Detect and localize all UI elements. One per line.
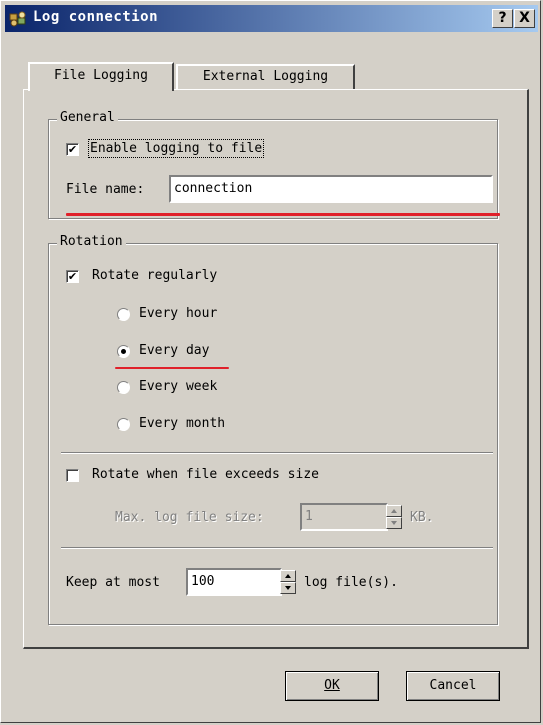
window-title: Log connection bbox=[33, 9, 159, 25]
rotation-legend: Rotation bbox=[57, 234, 126, 249]
max-size-unit: KB. bbox=[410, 510, 434, 525]
general-group: General ✔ Enable logging to file File na… bbox=[48, 110, 498, 219]
app-icon bbox=[9, 11, 26, 27]
rotate-regularly-label[interactable]: Rotate regularly bbox=[92, 268, 217, 283]
radio-every-hour[interactable] bbox=[117, 308, 130, 321]
tab-external-logging-label: External Logging bbox=[202, 69, 329, 84]
log-connection-dialog: Log connection ? X File Logging External… bbox=[0, 0, 541, 723]
title-bar[interactable]: Log connection ? X bbox=[5, 5, 538, 32]
file-name-field[interactable]: connection bbox=[169, 175, 493, 203]
keep-unit: log file(s). bbox=[304, 575, 398, 590]
every-week-label[interactable]: Every week bbox=[139, 379, 217, 394]
tab-panel: General ✔ Enable logging to file File na… bbox=[23, 89, 529, 649]
annotation-underline-file-name bbox=[66, 213, 500, 216]
tab-file-logging[interactable]: File Logging bbox=[28, 62, 174, 91]
max-size-spinner bbox=[386, 505, 402, 529]
keep-down-icon[interactable] bbox=[280, 582, 296, 594]
max-size-down-icon bbox=[386, 517, 402, 529]
tab-external-logging[interactable]: External Logging bbox=[176, 64, 355, 89]
keep-up-icon[interactable] bbox=[280, 570, 296, 582]
separator bbox=[61, 452, 493, 454]
file-name-label: File name: bbox=[66, 182, 145, 197]
every-day-label[interactable]: Every day bbox=[139, 343, 209, 358]
radio-every-month[interactable] bbox=[117, 418, 130, 431]
rotate-regularly-checkbox[interactable]: ✔ bbox=[66, 270, 79, 283]
radio-every-day[interactable] bbox=[117, 345, 130, 358]
help-button[interactable]: ? bbox=[492, 9, 513, 28]
enable-logging-label[interactable]: Enable logging to file bbox=[87, 139, 265, 158]
ok-button-label: OK bbox=[324, 678, 340, 693]
keep-label: Keep at most bbox=[66, 575, 160, 590]
rotate-size-checkbox[interactable] bbox=[66, 469, 79, 482]
cancel-button-label: Cancel bbox=[429, 678, 477, 693]
ok-button[interactable]: OK bbox=[285, 671, 379, 701]
keep-spinner[interactable] bbox=[280, 570, 296, 594]
max-size-up-icon bbox=[386, 505, 402, 517]
tab-file-logging-label: File Logging bbox=[54, 68, 148, 83]
separator-2 bbox=[61, 547, 493, 549]
rotation-group: Rotation ✔ Rotate regularly Every hour E… bbox=[48, 234, 498, 625]
radio-every-week[interactable] bbox=[117, 381, 130, 394]
max-size-label: Max. log file size: bbox=[115, 510, 264, 525]
enable-logging-checkbox[interactable]: ✔ bbox=[66, 143, 79, 156]
general-legend: General bbox=[57, 110, 118, 125]
close-button[interactable]: X bbox=[514, 9, 535, 28]
max-size-field: 1 bbox=[300, 503, 388, 531]
annotation-underline-every-day bbox=[115, 367, 229, 369]
cancel-button[interactable]: Cancel bbox=[406, 671, 500, 701]
every-month-label[interactable]: Every month bbox=[139, 416, 225, 431]
rotate-size-label[interactable]: Rotate when file exceeds size bbox=[92, 467, 319, 482]
keep-field[interactable]: 100 bbox=[186, 568, 282, 596]
every-hour-label[interactable]: Every hour bbox=[139, 306, 217, 321]
